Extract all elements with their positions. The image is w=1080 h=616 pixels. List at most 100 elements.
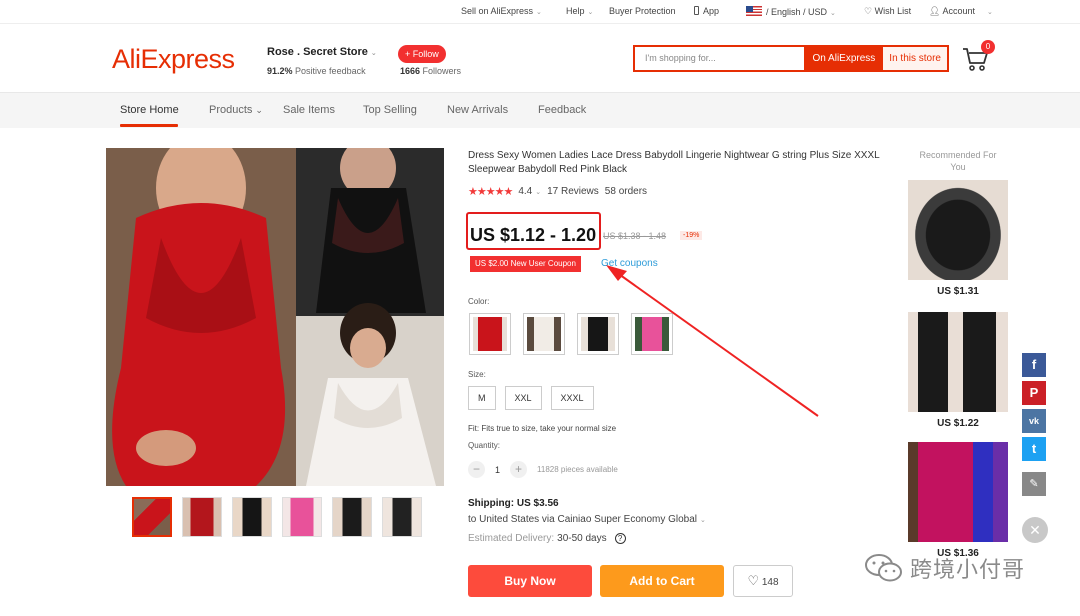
nav-products-label: Products [209,104,253,116]
thumbnail-5[interactable] [332,497,372,537]
language-currency-label: / English / USD [766,7,828,17]
facebook-share-icon[interactable]: f [1022,353,1046,377]
search-input[interactable]: I'm shopping for... [635,47,804,70]
heart-icon: ♡ [864,6,873,16]
reviews-count[interactable]: 17 Reviews [547,186,599,197]
wishlist-count: 148 [761,577,779,588]
nav-feedback[interactable]: Feedback [538,104,586,116]
chevron-down-icon: ⌄ [370,50,377,57]
new-user-coupon[interactable]: US $2.00 New User Coupon [470,256,581,272]
rating-stars: ★★★★★ [468,186,513,198]
quantity-stepper: − 1 + 11828 pieces available [468,461,618,478]
product-price: US $1.12 - 1.20 [470,225,597,245]
us-flag-icon [746,6,762,16]
thumbnail-4[interactable] [282,497,322,537]
follow-button[interactable]: + Follow [398,45,446,63]
shipping-cost: Shipping: US $3.56 [468,498,559,509]
product-rating: ★★★★★ 4.4 ⌄ 17 Reviews 58 orders [468,185,647,198]
size-options: M XXL XXXL [468,386,594,410]
edit-pencil-icon[interactable]: ✎ [1022,472,1046,496]
color-options [469,313,673,355]
color-label: Color: [468,297,490,306]
chevron-down-icon: ⌄ [830,10,836,17]
size-label: Size: [468,370,486,379]
main-product-image[interactable] [106,148,444,486]
pinterest-share-icon[interactable]: P [1022,381,1046,405]
add-to-cart-button[interactable]: Add to Cart [600,565,724,597]
buyer-protection-link[interactable]: Buyer Protection [609,6,676,16]
thumbnail-3[interactable] [232,497,272,537]
color-swatch-pink[interactable] [631,313,673,355]
quantity-value[interactable]: 1 [495,465,500,475]
sell-label: Sell on AliExpress [461,6,534,16]
thumbnail-6[interactable] [382,497,422,537]
store-name: Rose . Secret Store [267,46,368,58]
language-currency-selector[interactable]: / English / USD ⌄ [746,6,836,17]
twitter-share-icon[interactable]: t [1022,437,1046,461]
chevron-down-icon: ⌄ [255,105,263,115]
chevron-down-icon: ⌄ [986,9,993,16]
wishlist-button[interactable]: ♡ 148 [733,565,793,597]
store-header: AliExpress Rose . Secret Store ⌄ 91.2% Po… [0,24,1080,92]
delivery-days: 30-50 days [557,533,607,544]
size-option-m[interactable]: M [468,386,496,410]
followers-count: 1666 Followers [400,66,461,76]
store-name-link[interactable]: Rose . Secret Store ⌄ [267,46,377,58]
orders-count: 58 orders [604,186,648,197]
image-thumbnails [132,497,422,537]
size-option-xxxl[interactable]: XXXL [550,386,594,410]
recommended-image [908,180,1008,280]
color-swatch-black[interactable] [577,313,619,355]
help-icon[interactable]: ? [614,533,626,544]
rating-value[interactable]: 4.4 ⌄ [518,186,541,197]
chevron-down-icon: ⌄ [700,517,706,524]
quantity-increase-button[interactable]: + [510,461,528,478]
nav-top-selling[interactable]: Top Selling [363,104,417,116]
recommended-item[interactable]: US $1.36 [908,442,1008,559]
get-coupons-link[interactable]: Get coupons [601,258,658,269]
watermark-text: 跨境小付哥 [910,557,1026,582]
chevron-down-icon: ⌄ [535,189,542,196]
account-label: Account [942,6,975,16]
nav-store-home[interactable]: Store Home [120,104,179,116]
discount-badge: -19% [680,231,703,240]
help-label: Help [566,6,585,16]
wish-list-link[interactable]: ♡ Wish List [864,6,911,17]
color-swatch-red[interactable] [469,313,511,355]
search-on-aliexpress-button[interactable]: On AliExpress [804,47,884,70]
recommended-item[interactable]: US $1.31 [908,180,1008,297]
thumbnail-1[interactable] [132,497,172,537]
recommended-image [908,312,1008,412]
recommended-image [908,442,1008,542]
user-icon: 👤︎ [929,6,941,16]
close-icon[interactable]: ✕ [1022,517,1048,543]
ship-to-selector[interactable]: to United States via Cainiao Super Econo… [468,514,706,525]
delivery-label: Estimated Delivery: [468,533,555,544]
size-option-xxl[interactable]: XXL [504,386,542,410]
quantity-decrease-button[interactable]: − [468,461,485,478]
search-in-store-button[interactable]: In this store [883,47,947,70]
heart-icon: ♡ [747,573,760,588]
vk-share-icon[interactable]: vk [1022,409,1046,433]
store-feedback: 91.2% Positive feedback [267,66,366,76]
top-utility-bar: Sell on AliExpress ⌄ Help ⌄ Buyer Protecti… [0,0,1080,24]
aliexpress-logo[interactable]: AliExpress [112,44,235,75]
quantity-label: Quantity: [468,441,501,450]
help-link[interactable]: Help ⌄ [566,6,593,16]
buy-now-button[interactable]: Buy Now [468,565,592,597]
sell-on-aliexpress-link[interactable]: Sell on AliExpress ⌄ [461,6,542,16]
recommended-item[interactable]: US $1.22 [908,312,1008,429]
available-quantity: 11828 pieces available [537,465,618,474]
nav-new-arrivals[interactable]: New Arrivals [447,104,508,116]
recommended-title: Recommended For You [919,150,997,172]
app-link[interactable]: App [694,6,719,16]
recommended-price: US $1.22 [937,418,979,429]
store-nav: Store Home Products ⌄ Sale Items Top Sell… [0,92,1080,128]
nav-sale-items[interactable]: Sale Items [283,104,335,116]
followers-number: 1666 [400,66,421,76]
cart-button[interactable]: 0 [962,40,995,74]
color-swatch-white[interactable] [523,313,565,355]
thumbnail-2[interactable] [182,497,222,537]
nav-products[interactable]: Products ⌄ [209,104,263,116]
account-link[interactable]: 👤︎ Account ⌄ [929,6,993,17]
